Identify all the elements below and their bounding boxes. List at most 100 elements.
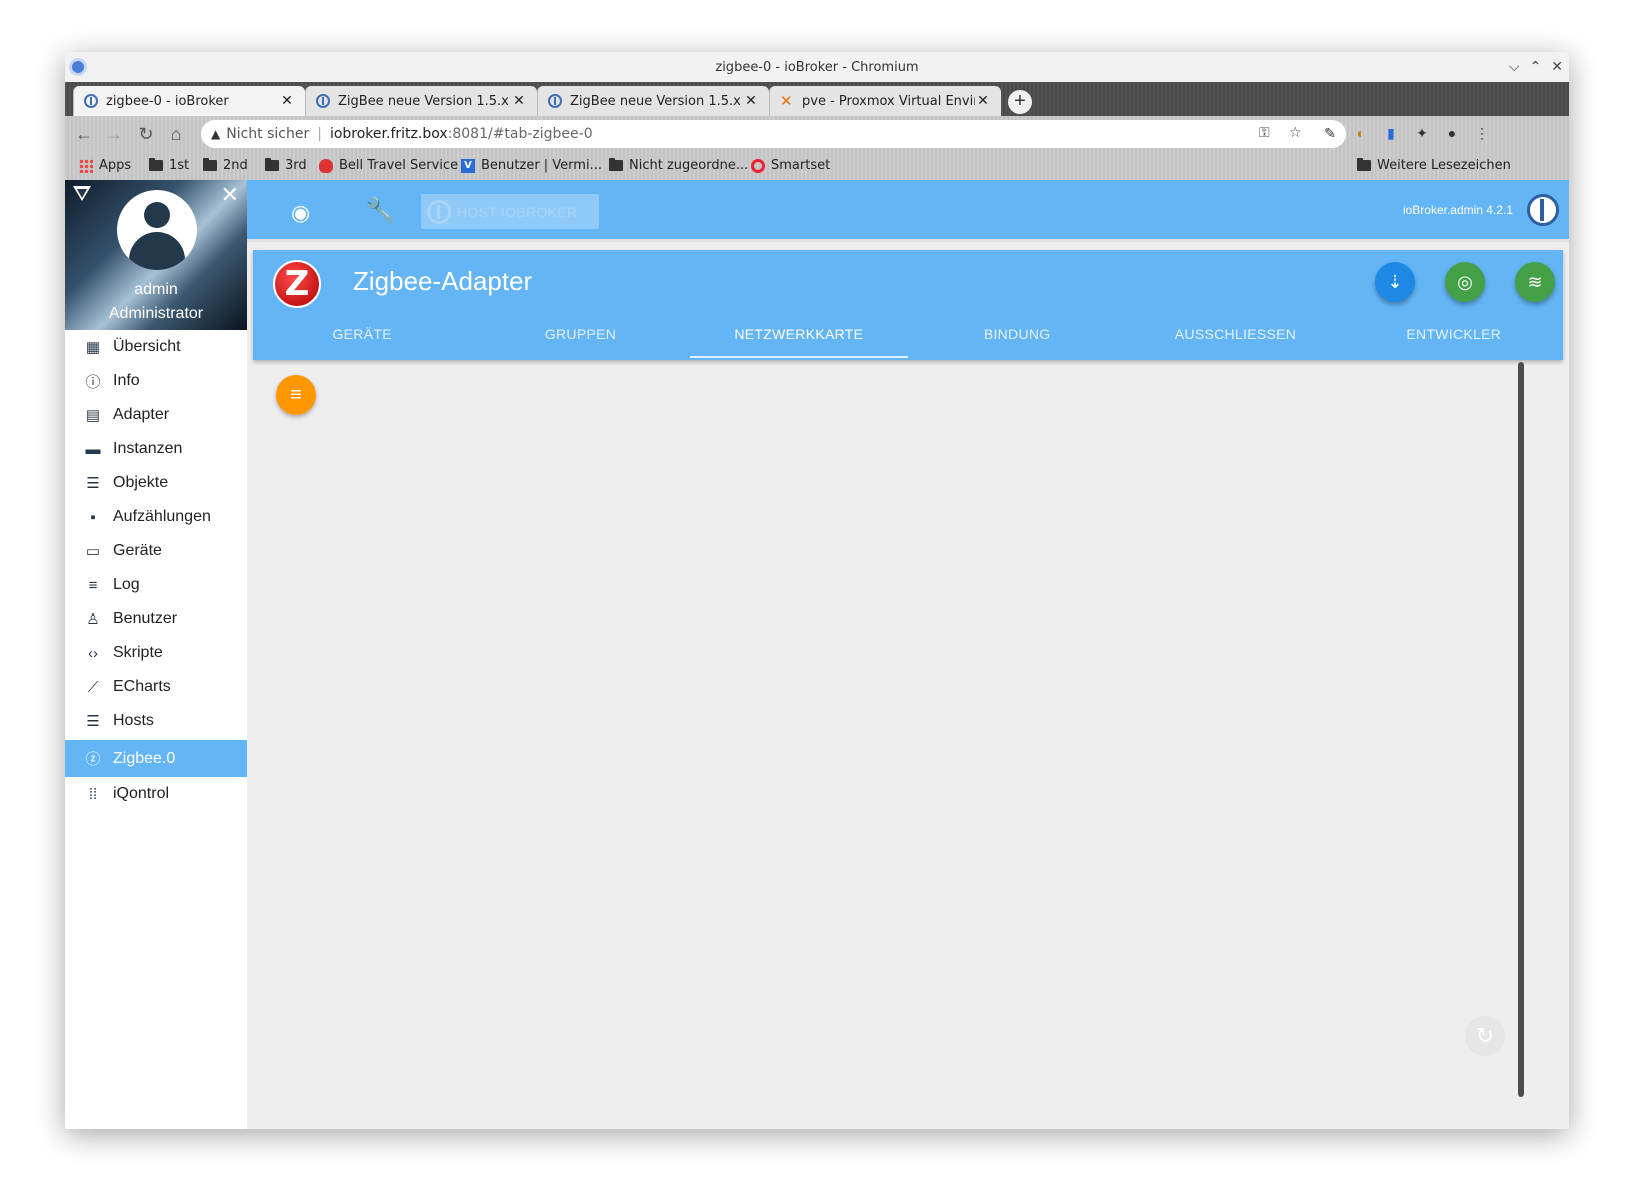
eye-icon[interactable]: ◉ (291, 200, 310, 226)
bookmark-other-folder[interactable]: Weitere Lesezeichen (1357, 158, 1511, 173)
iobroker-menu-icon[interactable] (73, 186, 91, 201)
avatar-body (129, 232, 185, 270)
permit-join-button[interactable]: ⇣ (1375, 262, 1415, 302)
sidebar-item-adapter[interactable]: ▤ Adapter (65, 398, 247, 432)
sidebar-item-objekte[interactable]: ☰ Objekte (65, 466, 247, 500)
avatar-head (144, 202, 170, 228)
adapter-title: Zigbee-Adapter (353, 266, 533, 296)
map-menu-button[interactable]: ≡ (276, 375, 316, 415)
sidebar-item-info[interactable]: ⓘ Info (65, 364, 247, 398)
bookmark-bell-travel[interactable]: Bell Travel Service (319, 158, 458, 173)
scan-button[interactable]: ≋ (1515, 262, 1555, 302)
grid-icon: ▦ (85, 339, 101, 356)
sidebar-item-echarts[interactable]: ⟋ ECharts (65, 670, 247, 704)
browser-tab[interactable]: ✕ pve - Proxmox Virtual Environ ✕ (769, 86, 1001, 116)
address-bar[interactable]: ▲ Nicht sicher | iobroker.fritz.box :808… (201, 120, 1346, 148)
network-map-area: ≡ ↻ (253, 362, 1569, 1129)
new-tab-button[interactable]: + (1008, 90, 1032, 114)
tab-entwickler[interactable]: ENTWICKLER (1345, 320, 1563, 360)
sidebar-item-label: Objekte (113, 474, 169, 491)
sidebar-item-benutzer[interactable]: ♙ Benutzer (65, 602, 247, 636)
bookmark-label: 2nd (223, 158, 248, 173)
host-button[interactable]: HOST IOBROKER (421, 194, 599, 229)
iobroker-favicon-icon (548, 94, 562, 108)
profile-icon[interactable]: ● (1443, 124, 1461, 142)
omnibox-separator: | (317, 126, 322, 142)
maximize-button[interactable]: ⌃ (1530, 59, 1542, 75)
iobroker-logo-icon (1527, 194, 1559, 226)
user-name: admin (134, 281, 178, 298)
tab-gruppen[interactable]: GRUPPEN (471, 320, 689, 360)
sidebar-item-log[interactable]: ≡ Log (65, 568, 247, 602)
scrollbar[interactable] (1518, 362, 1524, 1097)
browser-tab[interactable]: ZigBee neue Version 1.5.x ✕ (537, 86, 769, 116)
tab-title: ZigBee neue Version 1.5.x (570, 93, 741, 109)
pen-extension-icon[interactable]: ✎ (1321, 124, 1339, 142)
kebab-menu-icon[interactable]: ⋮ (1473, 124, 1491, 142)
avatar (117, 190, 197, 270)
forward-icon[interactable]: → (103, 122, 125, 146)
enum-icon: ▪ (90, 508, 96, 526)
admin-version: ioBroker.admin 4.2.1 (1402, 203, 1513, 217)
browser-toolbar: ← → ↻ ⌂ ▲ Nicht sicher | iobroker.fritz.… (65, 116, 1569, 152)
bookmark-label: Nicht zugeordne... (629, 158, 749, 173)
close-window-button[interactable]: ✕ (1551, 59, 1563, 75)
tab-ausschliessen[interactable]: AUSSCHLIESSEN (1126, 320, 1344, 360)
extension-icon[interactable]: ◐ (1352, 124, 1370, 142)
sidebar-item-instanzen[interactable]: ▬ Instanzen (65, 432, 247, 466)
touchlink-button[interactable]: ◎ (1445, 262, 1485, 302)
browser-window: zigbee-0 - ioBroker - Chromium ⌵ ⌃ ✕ zig… (65, 52, 1569, 1129)
tab-bindung[interactable]: BINDUNG (908, 320, 1126, 360)
refresh-icon[interactable]: ↻ (1465, 1016, 1505, 1056)
back-icon[interactable]: ← (73, 122, 95, 146)
bookmark-smartset[interactable]: Smartset (751, 158, 830, 173)
puzzle-icon[interactable]: ✦ (1413, 124, 1431, 142)
browser-tab[interactable]: zigbee-0 - ioBroker ✕ (73, 86, 305, 116)
bookmark-folder[interactable]: 2nd (203, 158, 248, 173)
sidebar-item-label: Hosts (113, 712, 154, 729)
home-icon[interactable]: ⌂ (165, 122, 187, 146)
sidebar-item-iqontrol[interactable]: ⁞⁞ iQontrol (65, 777, 247, 811)
sidebar-item-geraete[interactable]: ▭ Geräte (65, 534, 247, 568)
close-sidebar-icon[interactable]: ✕ (221, 182, 239, 208)
sidebar-item-aufzaehlungen[interactable]: ▪ Aufzählungen (65, 500, 247, 534)
reload-icon[interactable]: ↻ (135, 122, 157, 146)
proxmox-favicon-icon: ✕ (780, 92, 793, 110)
sidebar-menu: ▦ Übersicht ⓘ Info ▤ Adapter ▬ Instanzen ☰ Ob… (65, 330, 247, 811)
bookmark-apps[interactable]: Apps (79, 158, 131, 173)
tab-geraete[interactable]: GERÄTE (253, 320, 471, 360)
tab-close-icon[interactable]: ✕ (279, 93, 295, 109)
folder-icon (203, 158, 217, 171)
v-icon: V (461, 158, 475, 173)
bookmark-folder[interactable]: 3rd (265, 158, 307, 173)
bookmark-benutzer[interactable]: V Benutzer | Vermi... (461, 158, 602, 173)
security-label: Nicht sicher (226, 126, 310, 142)
tab-close-icon[interactable]: ✕ (975, 93, 991, 109)
browser-tab[interactable]: ZigBee neue Version 1.5.x ✕ (305, 86, 537, 116)
sidebar-item-hosts[interactable]: ☰ Hosts (65, 704, 247, 738)
power-icon (427, 199, 451, 224)
adapter-tabs: GERÄTE GRUPPEN NETZWERKKARTE BINDUNG AUS… (253, 320, 1563, 360)
tab-netzwerkkarte[interactable]: NETZWERKKARTE (689, 320, 909, 360)
bookmark-label: Apps (99, 158, 132, 173)
folder-icon (1357, 158, 1371, 171)
bookmark-star-icon[interactable]: ☆ (1289, 125, 1302, 141)
tab-close-icon[interactable]: ✕ (743, 93, 759, 109)
tab-close-icon[interactable]: ✕ (511, 93, 527, 109)
key-icon[interactable]: ⚿ (1259, 125, 1270, 141)
extension-icon[interactable]: ▮ (1382, 124, 1400, 142)
sidebar-item-uebersicht[interactable]: ▦ Übersicht (65, 330, 247, 364)
sidebar-item-label: Instanzen (113, 440, 183, 457)
sidebar-item-label: Geräte (113, 542, 162, 559)
bell-travel-icon (319, 158, 333, 173)
tab-title: zigbee-0 - ioBroker (106, 93, 229, 109)
minimize-button[interactable]: ⌵ (1509, 59, 1520, 75)
bookmark-label: Bell Travel Service (339, 158, 459, 173)
smartset-icon (751, 158, 765, 173)
sidebar-item-label: Benutzer (113, 610, 178, 627)
wrench-icon[interactable]: 🔧 (365, 196, 395, 225)
bookmark-folder[interactable]: Nicht zugeordne... (609, 158, 748, 173)
sidebar-item-zigbee[interactable]: ⓩ Zigbee.0 (65, 740, 247, 777)
bookmark-folder[interactable]: 1st (149, 158, 189, 173)
sidebar-item-skripte[interactable]: ‹› Skripte (65, 636, 247, 670)
